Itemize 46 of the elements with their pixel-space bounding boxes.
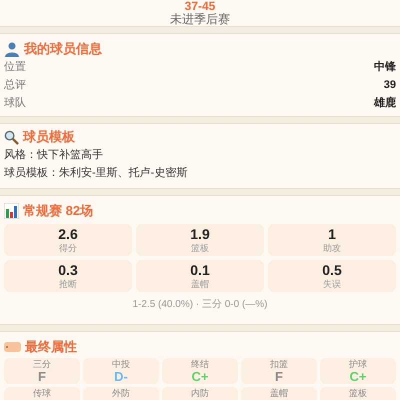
stat-value: 2.6 [58, 226, 78, 242]
tag-icon [4, 342, 21, 352]
attribute-label: 护球 [349, 358, 367, 370]
stat-value: 0.5 [322, 262, 342, 278]
info-value: 中锋 [374, 60, 396, 75]
stat-value: 0.1 [190, 262, 210, 278]
section-title: 常规赛 82场 [23, 202, 94, 220]
stat-label: 篮板 [191, 242, 209, 254]
attribute-label: 扣篮 [270, 358, 288, 370]
stat-label: 失误 [323, 278, 341, 290]
attribute-grade: F [38, 370, 46, 384]
season-result: 未进季后赛 [170, 12, 230, 26]
attribute-grade: D- [114, 370, 128, 384]
stat-label: 助攻 [323, 242, 341, 254]
search-icon [4, 130, 19, 144]
attribute-label: 终结 [191, 358, 209, 370]
stat-value: 1.9 [190, 226, 210, 242]
record-score: 37-45 [184, 0, 216, 12]
attribute-label: 内防 [191, 387, 209, 399]
attribute-label: 外防 [112, 387, 130, 399]
attribute-label: 传球 [33, 387, 51, 399]
stat-label: 抢断 [59, 278, 77, 290]
attribute-label: 篮板 [349, 387, 367, 399]
section-title: 我的球员信息 [24, 40, 102, 58]
info-label: 总评 [4, 78, 26, 93]
section-title: 球员模板 [23, 128, 75, 146]
template-line: 风格：快下补篮高手 [4, 148, 104, 163]
info-label: 位置 [4, 60, 26, 75]
person-icon [4, 41, 20, 57]
attribute-label: 中投 [112, 358, 130, 370]
shooting-summary: 1-2.5 (40.0%) · 三分 0-0 (—%) [131, 298, 269, 312]
info-value: 雄鹿 [374, 96, 396, 111]
bar-chart-icon [4, 203, 19, 219]
section-title: 最终属性 [25, 338, 77, 356]
attribute-grade: C+ [350, 370, 366, 384]
template-line: 球员模板：朱利安-里斯、托卢-史密斯 [4, 166, 188, 181]
stat-value: 0.3 [58, 262, 78, 278]
attribute-grade: C+ [192, 370, 208, 384]
info-value: 39 [384, 78, 396, 93]
info-label: 球队 [4, 96, 26, 111]
attribute-grade: F [275, 370, 283, 384]
stat-value: 1 [328, 226, 336, 242]
attribute-label: 三分 [33, 358, 51, 370]
stat-label: 盖帽 [191, 278, 209, 290]
stat-label: 得分 [59, 242, 77, 254]
attribute-label: 盖帽 [270, 387, 288, 399]
